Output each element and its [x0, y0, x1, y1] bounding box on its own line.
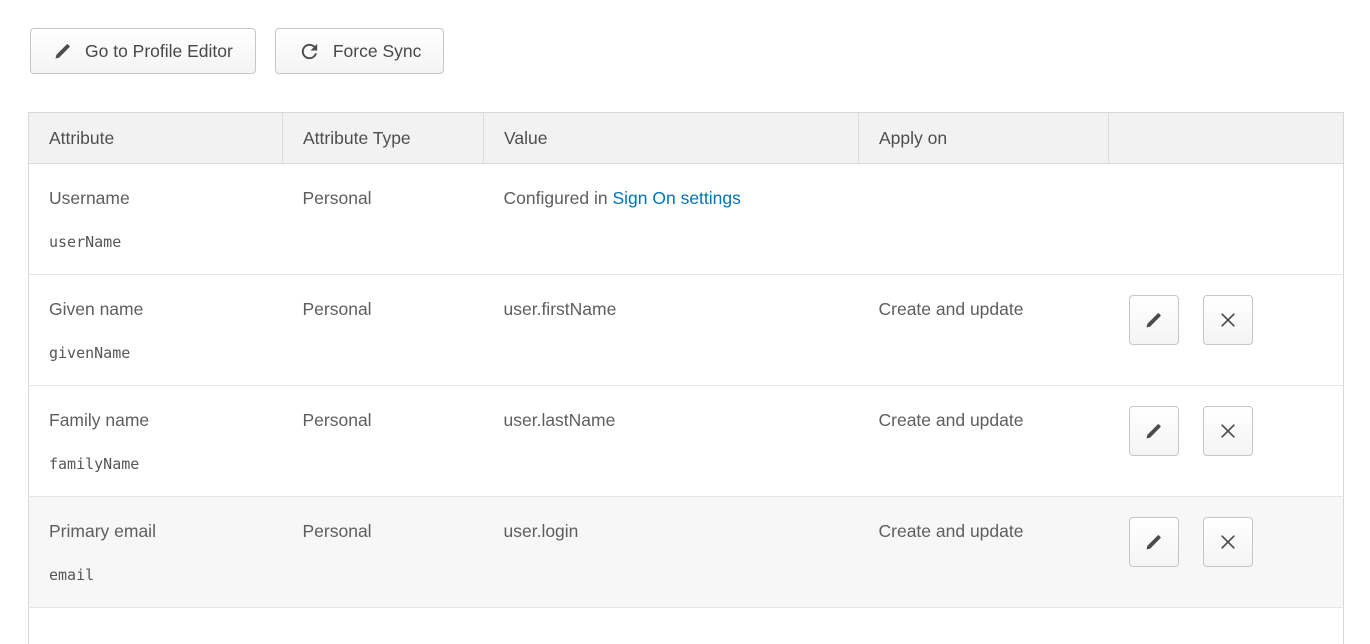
table-row: Primary email email Personal user.login … [29, 497, 1344, 608]
row-actions-cell [1109, 275, 1344, 386]
value-text: user.login [504, 521, 579, 541]
delete-attribute-button[interactable] [1203, 295, 1253, 345]
pencil-icon [1144, 421, 1164, 441]
delete-attribute-button[interactable] [1203, 517, 1253, 567]
attribute-mappings-table: Attribute Attribute Type Value Apply on … [28, 112, 1344, 644]
attribute-type-value: Personal [303, 299, 372, 319]
apply-on-value: Create and update [879, 410, 1024, 430]
header-actions [1109, 113, 1344, 164]
value-cell: Configured in Sign On settings [484, 164, 859, 275]
row-actions-cell [1109, 164, 1344, 275]
header-attribute: Attribute [29, 113, 283, 164]
apply-on-cell: Create and update [859, 497, 1109, 608]
apply-on-cell: Create and update [859, 275, 1109, 386]
edit-attribute-button[interactable] [1129, 517, 1179, 567]
attribute-type-cell: Personal [283, 164, 484, 275]
table-row: Username userName Personal Configured in… [29, 164, 1344, 275]
close-icon [1218, 532, 1238, 552]
go-to-profile-editor-label: Go to Profile Editor [85, 41, 233, 62]
table-row: Given name givenName Personal user.first… [29, 275, 1344, 386]
attribute-type-value: Personal [303, 410, 372, 430]
row-actions-cell [1109, 497, 1344, 608]
pencil-icon [1144, 310, 1164, 330]
partial-row [29, 608, 1344, 644]
close-icon [1218, 421, 1238, 441]
attribute-cell: Username userName [29, 164, 283, 275]
header-attribute-type: Attribute Type [283, 113, 484, 164]
attribute-variable-name: familyName [49, 455, 283, 474]
sign-on-settings-link[interactable]: Sign On settings [612, 188, 740, 208]
attribute-label: Primary email [49, 521, 283, 542]
table-header-row: Attribute Attribute Type Value Apply on [29, 113, 1344, 164]
attribute-type-value: Personal [303, 521, 372, 541]
apply-on-value: Create and update [879, 521, 1024, 541]
apply-on-value: Create and update [879, 299, 1024, 319]
value-cell: user.firstName [484, 275, 859, 386]
attribute-variable-name: givenName [49, 344, 283, 363]
go-to-profile-editor-button[interactable]: Go to Profile Editor [30, 28, 256, 74]
header-value: Value [484, 113, 859, 164]
force-sync-button[interactable]: Force Sync [275, 28, 445, 74]
attribute-cell: Primary email email [29, 497, 283, 608]
toolbar: Go to Profile Editor Force Sync [30, 28, 1370, 74]
refresh-icon [298, 40, 321, 63]
value-cell: user.login [484, 497, 859, 608]
attribute-variable-name: userName [49, 233, 283, 252]
attribute-label: Family name [49, 410, 283, 431]
attribute-type-cell: Personal [283, 386, 484, 497]
header-apply-on: Apply on [859, 113, 1109, 164]
value-text: user.lastName [504, 410, 616, 430]
attribute-type-cell: Personal [283, 497, 484, 608]
pencil-icon [1144, 532, 1164, 552]
attribute-label: Username [49, 188, 283, 209]
edit-attribute-button[interactable] [1129, 295, 1179, 345]
pencil-icon [53, 41, 73, 61]
force-sync-label: Force Sync [333, 41, 422, 62]
attribute-type-cell: Personal [283, 275, 484, 386]
close-icon [1218, 310, 1238, 330]
delete-attribute-button[interactable] [1203, 406, 1253, 456]
apply-on-cell [859, 164, 1109, 275]
table-row: Family name familyName Personal user.las… [29, 386, 1344, 497]
attribute-cell: Given name givenName [29, 275, 283, 386]
row-actions-cell [1109, 386, 1344, 497]
value-text: Configured in [504, 188, 613, 208]
attribute-cell: Family name familyName [29, 386, 283, 497]
value-cell: user.lastName [484, 386, 859, 497]
attribute-variable-name: email [49, 566, 283, 585]
value-text: user.firstName [504, 299, 617, 319]
attribute-label: Given name [49, 299, 283, 320]
edit-attribute-button[interactable] [1129, 406, 1179, 456]
attribute-type-value: Personal [303, 188, 372, 208]
apply-on-cell: Create and update [859, 386, 1109, 497]
